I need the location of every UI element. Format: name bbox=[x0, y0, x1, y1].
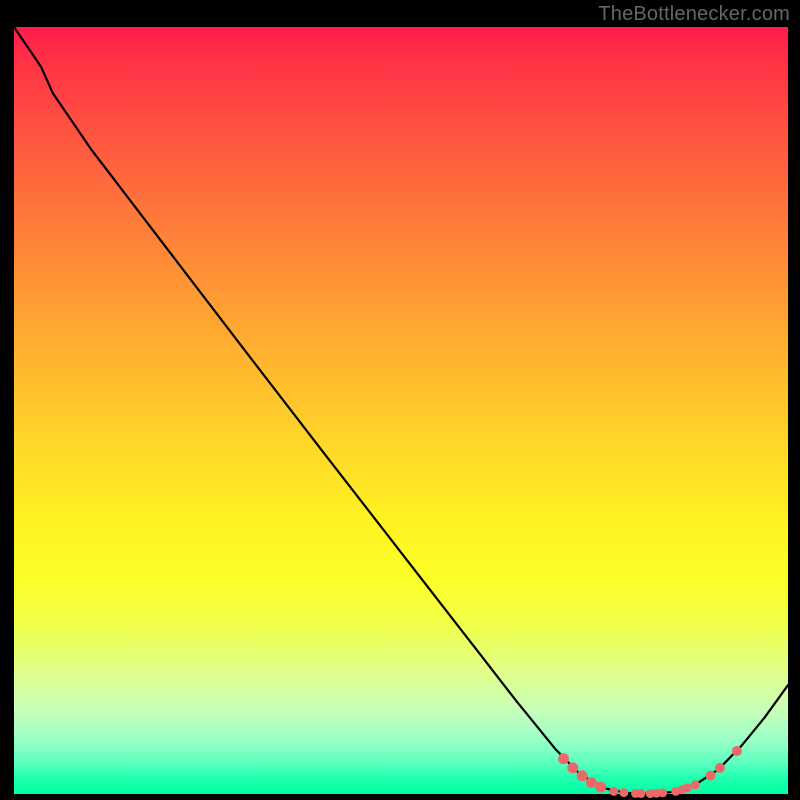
chart-gradient-background bbox=[14, 27, 788, 794]
attribution-text: TheBottlenecker.com bbox=[598, 3, 790, 26]
chart-frame: TheBottlenecker.com bbox=[0, 0, 800, 800]
